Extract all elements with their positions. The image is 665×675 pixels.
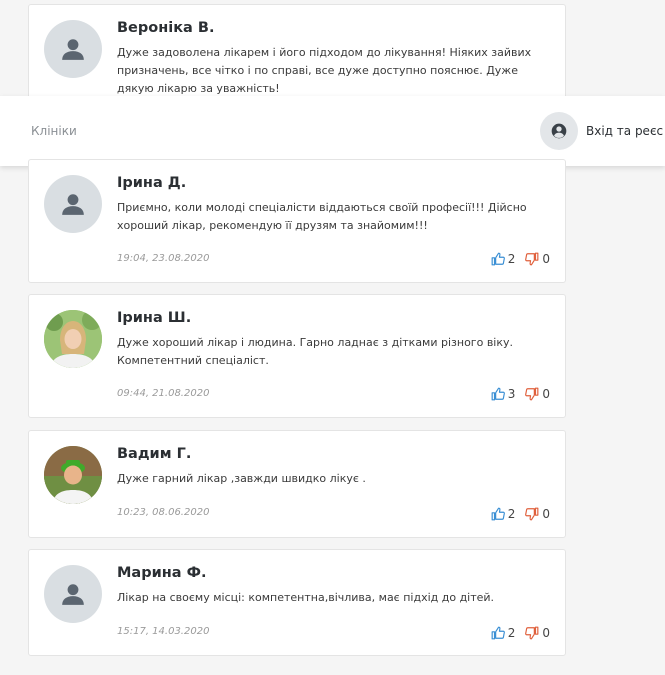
user-icon: [62, 584, 84, 605]
review-date: 09:44, 21.08.2020: [117, 388, 210, 399]
avatar: [44, 20, 102, 78]
reviewer-name: Ірина Ш.: [117, 310, 192, 326]
avatar: [44, 565, 102, 623]
user-icon: [62, 39, 84, 60]
reviewer-name: Вадим Г.: [117, 446, 192, 462]
thumbs-down-icon: [525, 252, 539, 266]
like-count: 2: [507, 252, 516, 266]
thumbs-down-icon: [525, 626, 539, 640]
review-date: 15:17, 14.03.2020: [117, 626, 210, 637]
dislike-count: 0: [542, 387, 550, 401]
dislike-button[interactable]: 0: [525, 507, 550, 521]
review-text: Лікар на своєму місці: компетентна,вічли…: [117, 591, 495, 604]
review-card: Ірина Д. Приємно, коли молоді спеціаліст…: [28, 159, 566, 283]
login-label[interactable]: Вхід та реєс: [586, 124, 663, 138]
dislike-button[interactable]: 0: [525, 626, 550, 640]
account-circle-icon: [551, 123, 567, 139]
dislike-button[interactable]: 0: [525, 387, 550, 401]
thumbs-up-icon: [491, 626, 505, 640]
like-button[interactable]: 2: [491, 252, 516, 266]
avatar: [44, 446, 102, 504]
review-date: 19:04, 23.08.2020: [117, 253, 210, 264]
reviewer-name: Ірина Д.: [117, 175, 187, 191]
dislike-button[interactable]: 0: [525, 252, 550, 266]
login-button[interactable]: Вхід та реєс: [540, 112, 663, 150]
thumbs-up-icon: [491, 387, 505, 401]
vote-controls: 2 0: [491, 252, 550, 266]
avatar: [44, 310, 102, 368]
like-count: 3: [507, 387, 516, 401]
review-text: Дуже гарний лікар ,завжди швидко лікує .: [117, 472, 366, 485]
like-button[interactable]: 2: [491, 507, 516, 521]
thumbs-down-icon: [525, 507, 539, 521]
vote-controls: 2 0: [491, 507, 550, 521]
review-card: Ірина Ш. Дуже хороший лікар і людина. Га…: [28, 294, 566, 418]
like-button[interactable]: 3: [491, 387, 516, 401]
login-icon-circle[interactable]: [540, 112, 578, 150]
vote-controls: 3 0: [491, 387, 550, 401]
dislike-count: 0: [542, 626, 550, 640]
dislike-count: 0: [542, 507, 550, 521]
nav-link-clinics[interactable]: Клініки: [31, 124, 77, 138]
thumbs-down-icon: [525, 387, 539, 401]
thumbs-up-icon: [491, 252, 505, 266]
review-text: Дуже хороший лікар і людина. Гарно ладна…: [117, 336, 514, 367]
like-count: 2: [507, 626, 516, 640]
review-text: Приємно, коли молоді спеціалісти віддают…: [117, 201, 527, 232]
user-photo: [44, 310, 102, 368]
review-card: Марина Ф. Лікар на своєму місці: компете…: [28, 549, 566, 656]
reviewer-name: Вероніка В.: [117, 20, 215, 36]
reviewer-name: Марина Ф.: [117, 565, 207, 581]
review-date: 10:23, 08.06.2020: [117, 507, 210, 518]
avatar: [44, 175, 102, 233]
like-count: 2: [507, 507, 516, 521]
user-icon: [62, 194, 84, 215]
like-button[interactable]: 2: [491, 626, 516, 640]
review-text: Дуже задоволена лікарем і його підходом …: [117, 46, 532, 95]
user-photo: [44, 446, 102, 504]
dislike-count: 0: [542, 252, 550, 266]
site-header: Клініки Вхід та реєс: [0, 96, 665, 166]
thumbs-up-icon: [491, 507, 505, 521]
review-card: Вадим Г. Дуже гарний лікар ,завжди швидк…: [28, 430, 566, 538]
vote-controls: 2 0: [491, 626, 550, 640]
